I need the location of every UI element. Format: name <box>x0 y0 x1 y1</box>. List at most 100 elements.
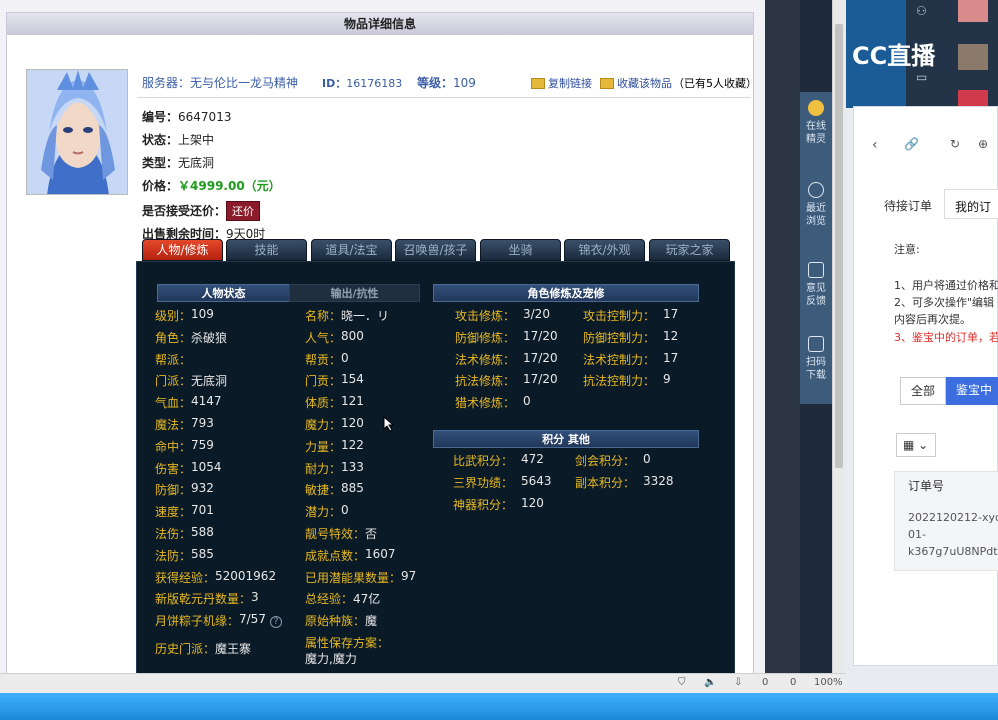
stat-value: 否 <box>365 527 378 541</box>
order-no-1[interactable]: 2022120212-xyq- <box>908 511 998 524</box>
window-gap <box>765 0 800 673</box>
stat-label: 已用潜能果数量： <box>305 570 402 585</box>
copy-link-button[interactable]: 复制链接 <box>531 75 592 91</box>
stat-label: 体质： <box>305 396 342 411</box>
stat-value: 无底洞 <box>191 374 228 389</box>
control-value: 12 <box>663 328 679 343</box>
stat-label: 防御： <box>155 483 192 498</box>
cc-live-header: ⚇ ▭ CC直播 <box>846 0 998 108</box>
notice-title: 注意: <box>894 243 920 256</box>
count-a: 0 <box>762 677 769 688</box>
bargain-row: 是否接受还价： 还价 <box>142 201 261 221</box>
link-icon[interactable]: 🔗 <box>904 137 919 151</box>
stat-label: 魔法： <box>155 418 192 432</box>
scrollbar-thumb[interactable] <box>835 24 843 468</box>
stat-value: 魔力,魔力 <box>305 652 357 666</box>
price-row: 价格：￥4999.00（元） <box>142 177 281 194</box>
tab-character[interactable]: 人物/修炼 <box>142 239 223 261</box>
control-value: 9 <box>663 372 671 387</box>
score-label-2: 副本积分： <box>575 475 636 490</box>
stat-label: 门派： <box>155 374 192 389</box>
rail-online-elf[interactable]: 在线 精灵 <box>800 100 832 146</box>
cultivation-value: 3/20 <box>523 307 550 321</box>
stat-label: 月饼粽子机缘： <box>155 614 240 629</box>
stat-label: 法伤： <box>155 527 192 541</box>
filter-appraising[interactable]: 鉴宝中 <box>946 377 998 405</box>
bargain-button[interactable]: 还价 <box>226 201 261 221</box>
stat-value: 585 <box>191 546 214 561</box>
notice-1: 1、用户将通过价格和 <box>894 279 998 292</box>
globe-icon[interactable]: ⊕ <box>978 137 988 151</box>
help-icon[interactable]: ? <box>270 616 282 628</box>
serial-label: 编号： <box>142 110 179 124</box>
tab-skills[interactable]: 技能 <box>226 239 307 261</box>
collect-label: 收藏该物品 <box>617 77 672 90</box>
grid-toggle[interactable]: ▦ ⌄ <box>896 433 936 457</box>
stat-label: 人气： <box>305 330 342 345</box>
rail-recent[interactable]: 最近 浏览 <box>800 182 832 228</box>
tab-outfits[interactable]: 锦衣/外观 <box>564 239 645 261</box>
download-icon[interactable]: ⇩ <box>734 677 742 688</box>
score-value: 5643 <box>521 473 552 488</box>
stat-value: 121 <box>341 394 364 409</box>
speaker-icon[interactable]: 🔈 <box>704 677 716 688</box>
level-label: 等级： <box>417 76 454 90</box>
notice-2: 2、可多次操作"编辑 <box>894 296 995 309</box>
refresh-icon[interactable]: ↻ <box>950 137 960 151</box>
header-output-resist[interactable]: 输出/抗性 <box>289 284 420 302</box>
stat-label: 总经验： <box>305 592 354 607</box>
stat-value: 97 <box>401 568 417 583</box>
tab-my-orders[interactable]: 我的订 <box>944 189 998 219</box>
tab-pending-orders[interactable]: 待接订单 <box>884 197 932 214</box>
stat-label: 气血： <box>155 396 192 411</box>
stat-label: 伤害： <box>155 461 192 476</box>
stat-label: 命中： <box>155 439 192 454</box>
header-cultivation: 角色修炼及宠修 <box>433 284 699 302</box>
type-value: 无底洞 <box>178 156 215 170</box>
stat-value: 4147 <box>191 394 222 409</box>
stat-value: 122 <box>341 437 364 452</box>
stat-value: 109 <box>191 307 214 321</box>
order-no-3[interactable]: k367g7uU8NPdt0 <box>908 545 998 558</box>
rail-label-scan: 扫码 下载 <box>806 357 826 381</box>
folder-icon[interactable]: ▭ <box>916 70 927 84</box>
score-label: 三界功绩： <box>453 475 514 490</box>
stat-label: 潜力： <box>305 505 342 520</box>
stat-label: 敏捷： <box>305 483 342 498</box>
tab-pets[interactable]: 召唤兽/孩子 <box>395 239 476 261</box>
stat-value: 47亿 <box>353 592 381 607</box>
tab-items[interactable]: 道具/法宝 <box>311 239 392 261</box>
rail-scan[interactable]: 扫码 下载 <box>800 336 832 382</box>
back-icon[interactable]: ‹ <box>872 137 878 153</box>
stat-value: 588 <box>191 525 214 539</box>
clock-icon <box>808 182 824 198</box>
stat-value: 52001962 <box>215 568 277 583</box>
control-label: 抗法控制力： <box>583 374 656 389</box>
stat-label: 成就点数： <box>305 548 366 563</box>
rail-label-elf: 在线 精灵 <box>806 121 826 145</box>
tab-home[interactable]: 玩家之家 <box>649 239 730 261</box>
user-icon[interactable]: ⚇ <box>916 4 927 18</box>
stat-label: 属性保存方案： <box>305 636 390 650</box>
header-char-status[interactable]: 人物状态 <box>157 284 290 302</box>
notice-3: 3、鉴宝中的订单，若 <box>894 331 998 344</box>
id-value: 16176183 <box>346 77 403 90</box>
filter-all[interactable]: 全部 <box>900 377 946 405</box>
zoom-level[interactable]: 100% <box>814 677 843 688</box>
stat-value: 7/57 <box>239 612 266 627</box>
cc-logo: CC直播 <box>852 42 936 70</box>
rail-feedback[interactable]: 意见 反馈 <box>800 262 832 308</box>
edit-icon <box>808 262 824 278</box>
scan-icon <box>808 336 824 352</box>
cultivation-value: 17/20 <box>523 350 558 365</box>
collect-button[interactable]: 收藏该物品 <box>600 75 672 91</box>
shield-icon[interactable]: ⛉ <box>678 677 686 688</box>
score-value-2: 3328 <box>643 473 674 488</box>
order-no-2[interactable]: 01- <box>908 528 926 541</box>
control-value: 17 <box>663 307 679 321</box>
stat-label: 级别： <box>155 309 192 323</box>
tab-mounts[interactable]: 坐骑 <box>480 239 561 261</box>
stat-label: 法防： <box>155 548 192 563</box>
level-value: 109 <box>453 76 476 90</box>
stat-label: 门贡： <box>305 374 342 389</box>
